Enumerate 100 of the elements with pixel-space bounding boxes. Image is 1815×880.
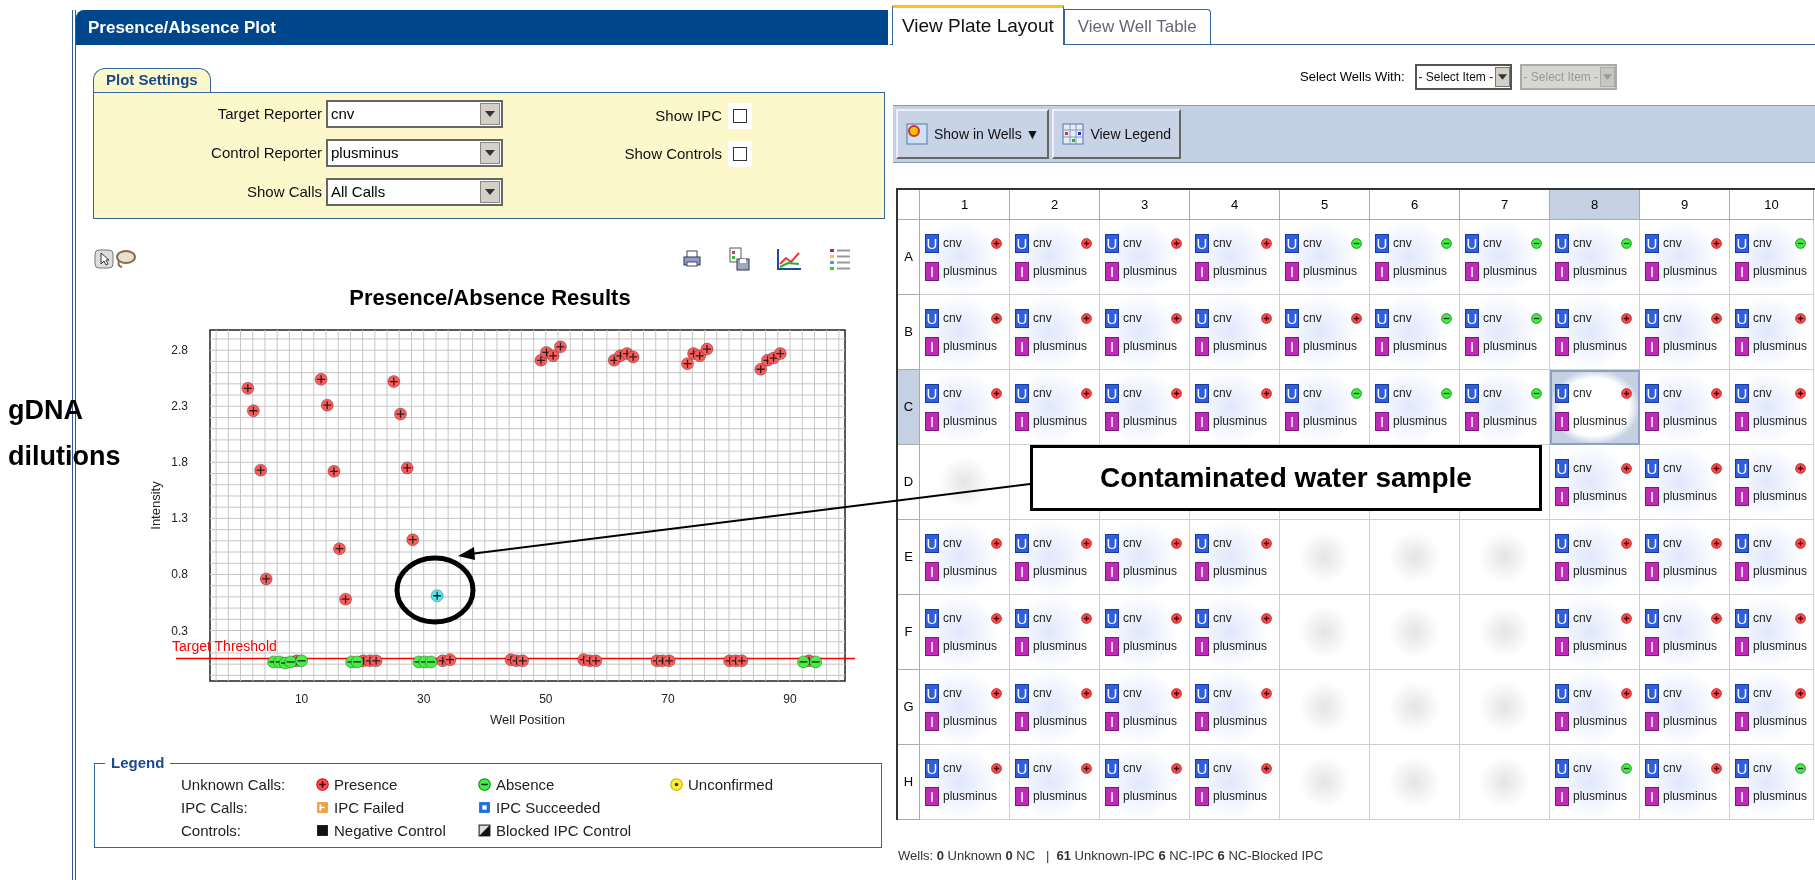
control-tag: I <box>1465 336 1479 356</box>
target-tag: U <box>1105 308 1119 328</box>
target-tag: U <box>1735 758 1749 778</box>
control-tag: I <box>1735 786 1749 806</box>
control-name: plusminus <box>1213 788 1268 805</box>
field-label: Control Reporter <box>210 143 323 163</box>
target-name: cnv <box>1753 535 1772 552</box>
control-tag: I <box>1735 561 1749 581</box>
target-tag: U <box>1555 758 1569 778</box>
control-name: plusminus <box>943 638 998 655</box>
control-name: plusminus <box>1393 263 1448 280</box>
control-name: plusminus <box>943 338 998 355</box>
target-tag: U <box>1555 533 1569 553</box>
control-name: plusminus <box>1663 713 1718 730</box>
target-name: cnv <box>1033 310 1052 327</box>
target-name: cnv <box>943 760 962 777</box>
control-name: plusminus <box>1573 263 1628 280</box>
target-name: cnv <box>1033 685 1052 702</box>
y-tick-label: 0.3 <box>171 623 188 638</box>
target-name: cnv <box>1303 310 1322 327</box>
target-name: cnv <box>1663 610 1682 627</box>
control-name: plusminus <box>1483 263 1538 280</box>
control-name: plusminus <box>1573 413 1628 430</box>
control-name: plusminus <box>1483 413 1538 430</box>
legend-label: Negative Control <box>334 820 446 841</box>
target-tag: U <box>1285 308 1299 328</box>
control-tag: I <box>1645 711 1659 731</box>
target-tag: U <box>1465 308 1479 328</box>
control-name: plusminus <box>1303 413 1358 430</box>
checkbox-label: Show IPC <box>655 106 722 126</box>
target-name: cnv <box>1393 385 1412 402</box>
control-name: plusminus <box>1123 638 1178 655</box>
legend-label: IPC Failed <box>334 797 405 818</box>
control-tag: I <box>1015 261 1029 281</box>
control-tag: I <box>1735 711 1749 731</box>
control-tag: I <box>1105 786 1119 806</box>
y-tick-label: 1.8 <box>171 455 188 470</box>
control-name: plusminus <box>1123 713 1178 730</box>
target-tag: U <box>1555 608 1569 628</box>
control-name: plusminus <box>1033 263 1088 280</box>
control-name: plusminus <box>1123 788 1178 805</box>
control-name: plusminus <box>943 563 998 580</box>
control-tag: I <box>925 786 939 806</box>
target-name: cnv <box>1123 535 1142 552</box>
target-tag: U <box>1015 683 1029 703</box>
target-tag: U <box>1735 308 1749 328</box>
target-tag: U <box>1735 683 1749 703</box>
legend-label: Unconfirmed <box>688 774 774 795</box>
target-name: cnv <box>943 685 962 702</box>
control-name: plusminus <box>1123 263 1178 280</box>
control-tag: I <box>1195 561 1209 581</box>
control-tag: I <box>1375 261 1389 281</box>
status-text: Wells: 0 Unknown 0 NC | 61 Unknown-IPC 6 NC-IPC 6 NC-Blocked IPC <box>897 847 1325 865</box>
legend-label: Blocked IPC Control <box>496 820 632 841</box>
control-name: plusminus <box>1123 338 1178 355</box>
target-name: cnv <box>1033 535 1052 552</box>
target-tag: U <box>1015 608 1029 628</box>
target-name: cnv <box>1123 685 1142 702</box>
target-name: cnv <box>1663 460 1682 477</box>
target-tag: U <box>1105 383 1119 403</box>
control-tag: I <box>1645 636 1659 656</box>
target-tag: U <box>1465 383 1479 403</box>
control-tag: I <box>1645 411 1659 431</box>
target-tag: U <box>1735 608 1749 628</box>
target-tag: U <box>1555 683 1569 703</box>
control-name: plusminus <box>1213 263 1268 280</box>
control-name: plusminus <box>1303 338 1358 355</box>
target-name: cnv <box>1303 385 1322 402</box>
control-name: plusminus <box>1573 638 1628 655</box>
target-name: cnv <box>1213 535 1232 552</box>
control-tag: I <box>925 711 939 731</box>
target-tag: U <box>1555 233 1569 253</box>
target-tag: U <box>925 533 939 553</box>
target-tag: U <box>1375 383 1389 403</box>
target-tag: U <box>1645 758 1659 778</box>
target-tag: U <box>925 383 939 403</box>
target-tag: U <box>1195 308 1209 328</box>
target-tag: U <box>1735 233 1749 253</box>
legend-label: Absence <box>496 774 555 795</box>
target-tag: U <box>1285 233 1299 253</box>
control-tag: I <box>1465 261 1479 281</box>
target-tag: U <box>1195 758 1209 778</box>
target-tag: U <box>1105 758 1119 778</box>
target-name: cnv <box>1753 460 1772 477</box>
control-name: plusminus <box>1753 488 1808 505</box>
control-tag: I <box>1645 486 1659 506</box>
control-name: plusminus <box>1033 638 1088 655</box>
control-tag: I <box>925 411 939 431</box>
target-name: cnv <box>1573 460 1592 477</box>
control-name: plusminus <box>1663 338 1718 355</box>
target-name: cnv <box>1573 685 1592 702</box>
target-name: cnv <box>1753 235 1772 252</box>
target-tag: U <box>1195 383 1209 403</box>
target-tag: U <box>1195 533 1209 553</box>
target-tag: U <box>925 608 939 628</box>
control-tag: I <box>1285 411 1299 431</box>
x-tick-label: 90 <box>783 692 797 707</box>
target-name: cnv <box>1213 235 1232 252</box>
target-name: cnv <box>943 535 962 552</box>
control-name: plusminus <box>1393 413 1448 430</box>
